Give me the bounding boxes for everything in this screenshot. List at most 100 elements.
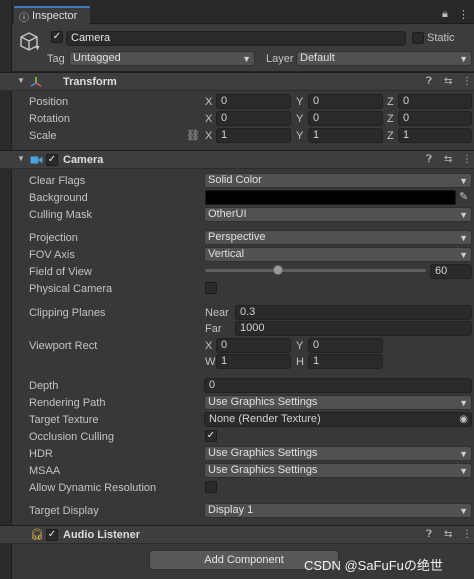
camera-header[interactable]: ▼ ✓ Camera ❓︎ ⇆ ⋮ [0,150,474,169]
culling-mask-value: OtherUI [208,208,247,220]
viewport-y-label[interactable]: Y [296,340,303,352]
dynamic-resolution-checkbox[interactable] [205,481,217,493]
clear-flags-dropdown[interactable]: Solid Color ▼ [204,173,472,188]
target-display-dropdown[interactable]: Display 1 ▼ [204,503,472,518]
layer-dropdown[interactable]: Default ▼ [296,51,472,66]
viewport-w-label[interactable]: W [205,356,215,368]
tab-inspector[interactable]: ⓘ Inspector [14,6,90,25]
constrain-proportions-link-icon[interactable]: ⛓ [186,129,200,142]
scale-z-label[interactable]: Z [387,130,394,142]
clear-flags-value: Solid Color [208,174,262,186]
tag-dropdown[interactable]: Untagged ▼ [69,51,255,66]
kebab-menu-icon[interactable]: ⋮ [458,8,469,21]
viewport-h-label[interactable]: H [296,356,304,368]
depth-field[interactable]: 0 [204,378,472,393]
msaa-dropdown[interactable]: Use Graphics Settings ▼ [204,463,472,478]
physical-camera-label: Physical Camera [29,283,113,295]
transform-header[interactable]: ▼ Transform ❓︎ ⇆ ⋮ [0,72,474,91]
chevron-down-icon: ▼ [459,210,468,220]
scale-y-field[interactable]: 1 [308,128,383,143]
context-menu-icon[interactable]: ⋮ [462,76,472,87]
preset-icon[interactable]: ⇆ [444,529,452,540]
viewport-x-label[interactable]: X [205,340,212,352]
background-color-swatch[interactable] [205,190,456,205]
camera-title: Camera [63,154,104,166]
object-picker-icon[interactable]: ◉ [459,413,468,426]
position-z-label[interactable]: Z [387,96,394,108]
projection-label: Projection [29,232,78,244]
near-field[interactable]: 0.3 [235,305,472,320]
viewport-h-field[interactable]: 1 [308,354,383,369]
help-icon[interactable]: ❓︎ [426,154,432,165]
fov-label: Field of View [29,266,92,278]
rotation-x-label[interactable]: X [205,113,212,125]
viewport-x-field[interactable]: 0 [216,338,291,353]
transform-axes-icon [30,77,42,87]
add-component-label: Add Component [204,554,284,566]
position-x-field[interactable]: 0 [216,94,291,109]
eyedropper-icon[interactable]: ✎ [459,190,468,203]
scale-label: Scale [29,130,57,142]
background-label: Background [29,192,88,204]
tag-label: Tag [47,53,65,65]
fov-slider-handle[interactable] [272,265,283,275]
transform-title: Transform [63,76,117,88]
object-active-checkbox[interactable]: ✓ [51,31,63,43]
context-menu-icon[interactable]: ⋮ [462,154,472,165]
chevron-down-icon: ▼ [459,449,468,459]
rendering-path-dropdown[interactable]: Use Graphics Settings ▼ [204,395,472,410]
culling-mask-dropdown[interactable]: OtherUI ▼ [204,207,472,222]
projection-dropdown[interactable]: Perspective ▼ [204,230,472,245]
culling-mask-label: Culling Mask [29,209,92,221]
fov-slider-track[interactable] [205,269,426,272]
position-z-field[interactable]: 0 [398,94,472,109]
lock-icon[interactable]: 🔒︎ [442,8,448,21]
target-texture-field[interactable]: None (Render Texture) ◉ [204,412,472,427]
near-label[interactable]: Near [205,307,229,319]
audio-listener-enabled-checkbox[interactable]: ✓ [46,529,58,541]
foldout-arrow-icon[interactable]: ▼ [17,154,25,163]
preset-icon[interactable]: ⇆ [444,154,452,165]
object-name-field[interactable]: Camera [66,31,406,46]
fov-axis-dropdown[interactable]: Vertical ▼ [204,247,472,262]
scale-y-label[interactable]: Y [296,130,303,142]
viewport-rect-label: Viewport Rect [29,340,98,352]
help-icon[interactable]: ❓︎ [426,529,432,540]
far-label[interactable]: Far [205,323,222,335]
rotation-z-label[interactable]: Z [387,113,394,125]
scale-z-field[interactable]: 1 [398,128,472,143]
position-y-field[interactable]: 0 [308,94,383,109]
hdr-dropdown[interactable]: Use Graphics Settings ▼ [204,446,472,461]
viewport-y-field[interactable]: 0 [308,338,383,353]
object-icon-dropdown[interactable]: ▼ [34,45,41,52]
rotation-y-label[interactable]: Y [296,113,303,125]
static-label: Static [427,32,455,44]
viewport-w-field[interactable]: 1 [216,354,291,369]
audio-listener-header[interactable]: 🎧︎ ✓ Audio Listener ❓︎ ⇆ ⋮ [0,525,474,544]
rotation-x-field[interactable]: 0 [216,111,291,126]
occlusion-culling-checkbox[interactable]: ✓ [205,430,217,442]
fov-axis-value: Vertical [208,248,245,260]
context-menu-icon[interactable]: ⋮ [462,529,472,540]
tag-value: Untagged [73,52,121,64]
chevron-down-icon: ▼ [242,54,251,64]
rotation-z-field[interactable]: 0 [398,111,472,126]
physical-camera-checkbox[interactable] [205,282,217,294]
camera-enabled-checkbox[interactable]: ✓ [46,154,58,166]
target-display-label: Target Display [29,505,99,517]
occlusion-culling-label: Occlusion Culling [29,431,114,443]
camera-icon [30,156,43,164]
info-icon: ⓘ [19,13,29,24]
rotation-y-field[interactable]: 0 [308,111,383,126]
far-field[interactable]: 1000 [235,321,472,336]
chevron-down-icon: ▼ [459,176,468,186]
preset-icon[interactable]: ⇆ [444,76,452,87]
help-icon[interactable]: ❓︎ [426,76,432,87]
foldout-arrow-icon[interactable]: ▼ [17,76,25,85]
static-checkbox[interactable] [412,32,424,44]
fov-value-field[interactable]: 60 [430,264,472,279]
scale-x-field[interactable]: 1 [216,128,291,143]
position-y-label[interactable]: Y [296,96,303,108]
scale-x-label[interactable]: X [205,130,212,142]
position-x-label[interactable]: X [205,96,212,108]
